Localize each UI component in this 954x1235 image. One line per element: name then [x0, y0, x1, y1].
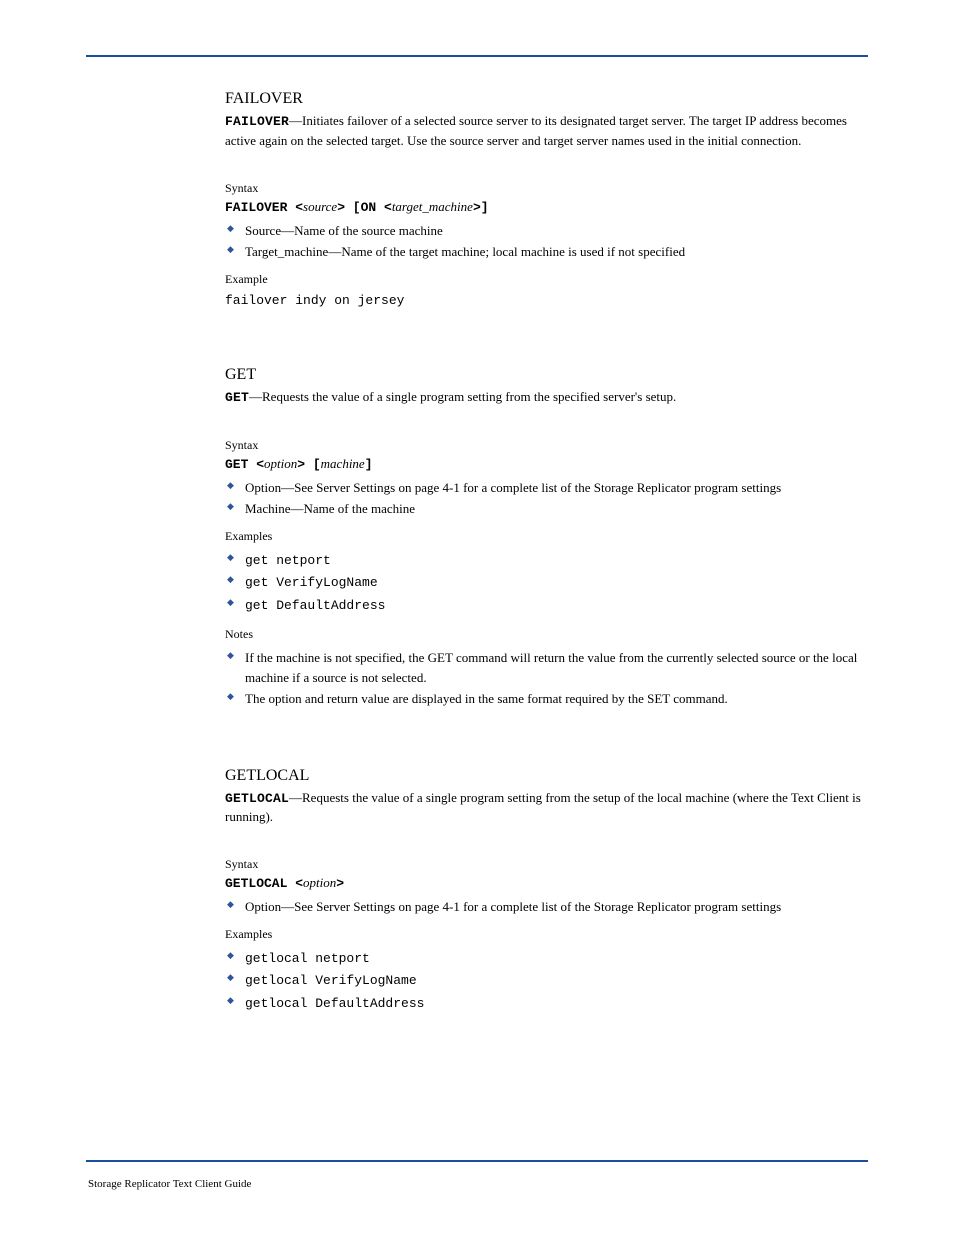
syntax-line: GET <option> [machine]: [225, 456, 866, 472]
list-item: Machine—Name of the machine: [225, 499, 866, 519]
syntax-mid: > [: [297, 457, 320, 472]
syntax-line: GETLOCAL <option>: [225, 875, 866, 891]
list-item: getlocal VerifyLogName: [225, 970, 866, 991]
list-item: Option—See Server Settings on page 4-1 f…: [225, 478, 866, 498]
example-code: getlocal VerifyLogName: [245, 973, 417, 988]
list-item: Option—See Server Settings on page 4-1 f…: [225, 897, 866, 917]
section-description: GET—Requests the value of a single progr…: [225, 388, 866, 408]
description-text: —Requests the value of a single program …: [225, 790, 861, 825]
section-heading-block: GET GET—Requests the value of a single p…: [225, 366, 866, 408]
examples-list: get netport get VerifyLogName get Defaul…: [225, 550, 866, 616]
syntax-placeholder: machine: [321, 456, 365, 471]
syntax-suffix: >: [336, 876, 344, 891]
section-heading: GET: [225, 366, 866, 384]
section-heading: GETLOCAL: [225, 767, 866, 785]
syntax-label: Syntax: [225, 438, 866, 453]
syntax-placeholder: source: [303, 199, 337, 214]
example-code: get netport: [245, 553, 331, 568]
syntax-label: Syntax: [225, 857, 866, 872]
command-token: GET: [225, 390, 249, 405]
section-description: GETLOCAL—Requests the value of a single …: [225, 789, 866, 828]
syntax-prefix: FAILOVER <: [225, 200, 303, 215]
examples-label: Examples: [225, 529, 866, 544]
list-item: get VerifyLogName: [225, 572, 866, 593]
syntax-suffix: >]: [473, 200, 489, 215]
syntax-placeholder: option: [303, 875, 336, 890]
syntax-mid: > [ON <: [337, 200, 392, 215]
footer-text: Storage Replicator Text Client Guide: [88, 1178, 251, 1190]
list-item: If the machine is not specified, the GET…: [225, 648, 866, 687]
bottom-rule: [86, 1160, 868, 1162]
syntax-bullets: Option—See Server Settings on page 4-1 f…: [225, 478, 866, 519]
notes-list: If the machine is not specified, the GET…: [225, 648, 866, 709]
syntax-suffix: ]: [365, 457, 373, 472]
syntax-placeholder: option: [264, 456, 297, 471]
syntax-label: Syntax: [225, 181, 866, 196]
top-rule: [86, 55, 868, 57]
description-text: —Requests the value of a single program …: [249, 389, 676, 404]
syntax-line: FAILOVER <source> [ON <target_machine>]: [225, 199, 866, 215]
command-token: GETLOCAL: [225, 791, 289, 806]
examples-label: Examples: [225, 927, 866, 942]
section-get: GET GET—Requests the value of a single p…: [225, 366, 866, 709]
list-item: getlocal netport: [225, 948, 866, 969]
section-heading-block: FAILOVER FAILOVER—Initiates failover of …: [225, 90, 866, 151]
example-code: getlocal netport: [245, 951, 370, 966]
description-text: —Initiates failover of a selected source…: [225, 113, 847, 148]
example-code: get DefaultAddress: [245, 598, 385, 613]
examples-list: getlocal netport getlocal VerifyLogName …: [225, 948, 866, 1014]
example-line: failover indy on jersey: [225, 293, 866, 308]
list-item: getlocal DefaultAddress: [225, 993, 866, 1014]
list-item: Source—Name of the source machine: [225, 221, 866, 241]
section-failover: FAILOVER FAILOVER—Initiates failover of …: [225, 90, 866, 308]
syntax-bullets: Option—See Server Settings on page 4-1 f…: [225, 897, 866, 917]
example-code: getlocal DefaultAddress: [245, 996, 424, 1011]
syntax-prefix: GET <: [225, 457, 264, 472]
syntax-prefix: GETLOCAL <: [225, 876, 303, 891]
example-code: get VerifyLogName: [245, 575, 378, 590]
list-item: Target_machine—Name of the target machin…: [225, 242, 866, 262]
syntax-bullets: Source—Name of the source machine Target…: [225, 221, 866, 262]
section-description: FAILOVER—Initiates failover of a selecte…: [225, 112, 866, 151]
list-item: The option and return value are displaye…: [225, 689, 866, 709]
section-heading: FAILOVER: [225, 90, 866, 108]
examples-label: Example: [225, 272, 866, 287]
page-content: FAILOVER FAILOVER—Initiates failover of …: [225, 90, 866, 1071]
notes-label: Notes: [225, 627, 866, 642]
command-token: FAILOVER: [225, 114, 289, 129]
section-getlocal: GETLOCAL GETLOCAL—Requests the value of …: [225, 767, 866, 1014]
list-item: get netport: [225, 550, 866, 571]
section-heading-block: GETLOCAL GETLOCAL—Requests the value of …: [225, 767, 866, 828]
list-item: get DefaultAddress: [225, 595, 866, 616]
syntax-placeholder: target_machine: [392, 199, 473, 214]
